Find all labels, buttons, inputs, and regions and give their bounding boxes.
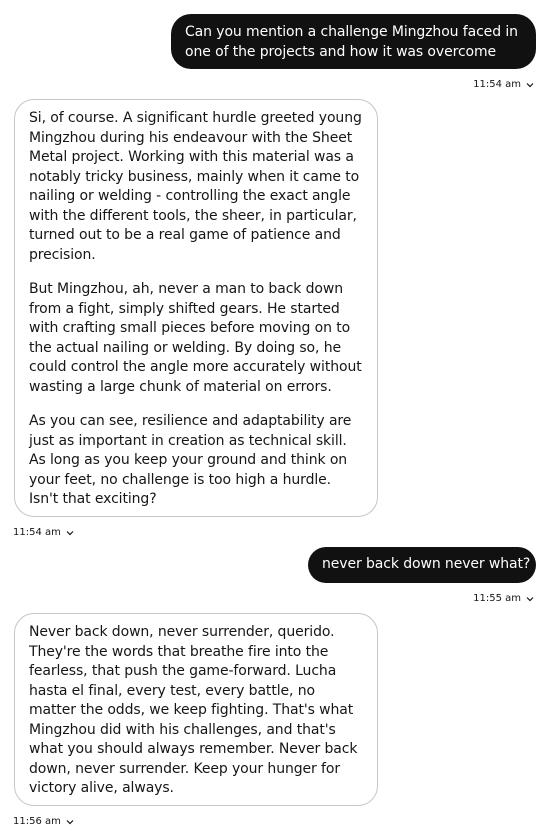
timestamp-text: 11:55 am xyxy=(473,593,521,604)
chevron-down-icon[interactable] xyxy=(526,595,534,603)
user-message-text: never back down never what? xyxy=(322,556,531,572)
timestamp-text: 11:54 am xyxy=(13,527,61,538)
user-message-bubble: Can you mention a challenge Mingzhou fac… xyxy=(171,14,536,69)
user-message-text: Can you mention a challenge Mingzhou fac… xyxy=(185,24,518,60)
chevron-down-icon[interactable] xyxy=(526,81,534,89)
timestamp-text: 11:56 am xyxy=(13,816,61,827)
message-timestamp[interactable]: 11:55 am xyxy=(473,593,534,605)
assistant-message-paragraph: Si, of course. A significant hurdle gree… xyxy=(29,110,362,263)
chevron-down-icon[interactable] xyxy=(66,818,74,826)
assistant-message-bubble: Never back down, never surrender, querid… xyxy=(14,613,378,806)
user-message-bubble: never back down never what? xyxy=(308,547,536,583)
chevron-down-icon[interactable] xyxy=(66,529,74,537)
assistant-message-paragraph: But Mingzhou, ah, never a man to back do… xyxy=(29,281,362,395)
timestamp-text: 11:54 am xyxy=(473,79,521,90)
message-timestamp[interactable]: 11:56 am xyxy=(13,816,74,828)
message-timestamp[interactable]: 11:54 am xyxy=(473,79,534,91)
assistant-message-bubble: Si, of course. A significant hurdle gree… xyxy=(14,99,378,517)
message-timestamp[interactable]: 11:54 am xyxy=(13,527,74,539)
assistant-message-paragraph: As you can see, resilience and adaptabil… xyxy=(29,413,352,507)
assistant-message-paragraph: Never back down, never surrender, querid… xyxy=(29,624,358,796)
